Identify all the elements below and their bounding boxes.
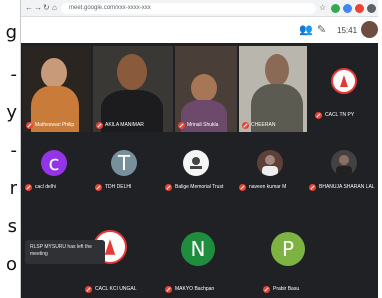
mic-off-icon: [85, 286, 92, 293]
profile-icon[interactable]: [355, 4, 364, 13]
participant-name: Mrinali Shukla: [187, 122, 219, 128]
participant-name: CACL KCI UNGAL: [95, 286, 137, 292]
video-tile[interactable]: Matheswari Philip: [23, 46, 91, 132]
menu-icon[interactable]: [367, 4, 376, 13]
meet-screenshot: ← → ↻ ⌂ meet.google.com/xxx-xxxx-xxx ☆ 👥…: [20, 0, 378, 298]
participant-name: Prabir Basu: [273, 286, 300, 292]
left-text-fragment: -: [10, 140, 18, 161]
left-text-fragment: y: [6, 102, 17, 123]
participant-name: MAKYO Bachpan: [175, 286, 215, 292]
bookmark-star-icon[interactable]: ☆: [319, 3, 326, 13]
participant-name: TDH DELHI: [105, 184, 132, 190]
participant-name: BHANUJA SHARAN LAL: [319, 184, 375, 190]
participant-name: cacl delhi: [35, 184, 56, 190]
mic-off-icon: [263, 286, 270, 293]
url-text: meet.google.com/xxx-xxxx-xxx: [69, 5, 151, 11]
user-avatar[interactable]: [361, 21, 378, 38]
participant-cell[interactable]: naveen kumar M: [235, 140, 305, 200]
mic-off-icon: [95, 184, 102, 191]
participant-cell[interactable]: Balige Memorial Trust: [161, 140, 231, 200]
left-text-fragment: s: [7, 216, 17, 237]
participant-name: Matheswari Philip: [35, 122, 75, 128]
extension-icon[interactable]: [331, 4, 340, 13]
people-icon[interactable]: 👥: [299, 24, 313, 36]
cacl-logo-icon: [331, 68, 357, 94]
right-margin: [378, 0, 382, 298]
meet-top-bar: 👥 ✎ 15:41: [21, 17, 378, 43]
left-text-column: g - y - r s o: [0, 0, 20, 298]
participant-cell[interactable]: P Prabir Basu: [241, 224, 317, 298]
participant-name: naveen kumar M: [249, 184, 287, 190]
mic-off-icon: [178, 122, 185, 129]
mic-off-icon: [96, 122, 103, 129]
forward-icon[interactable]: →: [34, 3, 42, 13]
mic-off-icon: [165, 286, 172, 293]
mic-off-icon: [239, 184, 246, 191]
avatar: N: [181, 232, 215, 266]
video-tile[interactable]: AKILA MANIMAR: [93, 46, 173, 132]
mic-off-icon: [165, 184, 172, 191]
mic-off-icon: [25, 184, 32, 191]
left-text-fragment: o: [5, 254, 17, 275]
avatar: T: [111, 150, 137, 176]
home-icon[interactable]: ⌂: [52, 3, 57, 13]
browser-toolbar: ← → ↻ ⌂ meet.google.com/xxx-xxxx-xxx ☆: [21, 0, 378, 17]
participant-name: CACL TN PY: [325, 112, 355, 118]
avatar: c: [41, 150, 67, 176]
video-tile[interactable]: CHEERAN: [239, 46, 307, 132]
participant-cell[interactable]: BHANUJA SHARAN LAL: [307, 140, 378, 200]
mic-off-icon: [315, 112, 322, 119]
participant-cell[interactable]: N MAKYO Bachpan: [161, 224, 237, 298]
reload-icon[interactable]: ↻: [43, 3, 50, 13]
trust-logo-icon: [183, 150, 209, 176]
mic-off-icon: [309, 184, 316, 191]
participant-cell[interactable]: T TDH DELHI: [91, 140, 157, 200]
participant-cell[interactable]: c cacl delhi: [21, 140, 87, 200]
mic-off-icon: [26, 122, 33, 129]
left-text-fragment: r: [9, 178, 17, 199]
clock: 15:41: [337, 26, 358, 35]
back-icon[interactable]: ←: [25, 3, 33, 13]
toast-text: RLSP MYSURU has left the meeting: [30, 244, 92, 257]
participant-name: AKILA MANIMAR: [105, 122, 144, 128]
mic-off-icon: [242, 122, 249, 129]
avatar: [331, 150, 357, 176]
avatar: P: [271, 232, 305, 266]
extension-icon[interactable]: [343, 4, 352, 13]
video-tile[interactable]: Mrinali Shukla: [175, 46, 237, 132]
participant-cell[interactable]: CACL TN PY: [307, 46, 378, 132]
left-meeting-toast: RLSP MYSURU has left the meeting: [25, 240, 105, 264]
avatar: [257, 150, 283, 176]
left-text-fragment: g: [5, 22, 17, 43]
participant-name: Balige Memorial Trust: [175, 184, 224, 190]
participant-name: CHEERAN: [251, 122, 276, 128]
address-bar[interactable]: meet.google.com/xxx-xxxx-xxx: [61, 3, 316, 14]
chat-icon[interactable]: ✎: [317, 24, 326, 36]
left-text-fragment: -: [10, 64, 18, 85]
